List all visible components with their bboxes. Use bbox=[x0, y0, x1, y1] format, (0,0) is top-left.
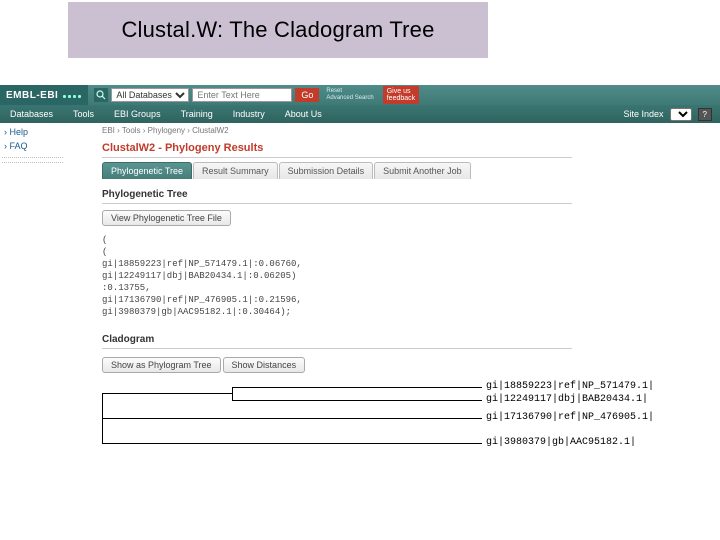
nav-databases[interactable]: Databases bbox=[0, 109, 63, 119]
show-distances-button[interactable]: Show Distances bbox=[223, 357, 306, 373]
site-index-select[interactable] bbox=[670, 108, 692, 121]
newick-text: ( ( gi|18859223|ref|NP_571479.1|:0.06760… bbox=[102, 232, 572, 324]
search-icon bbox=[94, 88, 108, 102]
site-topbar: EMBL-EBI All Databases Go Reset Advanced… bbox=[0, 85, 720, 105]
search-aux-links: Reset Advanced Search bbox=[326, 88, 373, 102]
advanced-search-link[interactable]: Advanced Search bbox=[326, 95, 373, 102]
sidebar-help-link[interactable]: › Help bbox=[0, 125, 65, 139]
search-scope-select[interactable]: All Databases bbox=[111, 88, 189, 102]
site-index-go-button[interactable]: ? bbox=[698, 108, 712, 121]
breadcrumb: EBI › Tools › Phylogeny › ClustalW2 bbox=[102, 123, 572, 138]
clado-label-3: gi|17136790|ref|NP_476905.1| bbox=[486, 412, 654, 423]
tab-phylo-tree[interactable]: Phylogenetic Tree bbox=[102, 162, 192, 179]
left-sidebar: › Help › FAQ bbox=[0, 125, 65, 167]
feedback-button[interactable]: Give us feedback bbox=[383, 86, 419, 104]
tab-result-summary[interactable]: Result Summary bbox=[193, 162, 278, 179]
tab-submission-details[interactable]: Submission Details bbox=[279, 162, 374, 179]
embedded-browser: EMBL-EBI All Databases Go Reset Advanced… bbox=[0, 85, 720, 123]
nav-tools[interactable]: Tools bbox=[63, 109, 104, 119]
reset-link[interactable]: Reset bbox=[326, 88, 373, 95]
global-search: All Databases Go Reset Advanced Search G… bbox=[94, 86, 419, 104]
site-index-label: Site Index bbox=[624, 109, 664, 119]
logo-text: EMBL-EBI bbox=[6, 90, 58, 101]
sidebar-divider bbox=[2, 157, 63, 158]
slide-title-band: Clustal.W: The Cladogram Tree bbox=[68, 2, 488, 58]
crumb-ebi[interactable]: EBI bbox=[102, 126, 115, 135]
sidebar-divider bbox=[2, 162, 63, 163]
view-tree-file-button[interactable]: View Phylogenetic Tree File bbox=[102, 210, 231, 226]
result-tabs: Phylogenetic Tree Result Summary Submiss… bbox=[102, 162, 572, 179]
crumb-phylogeny[interactable]: Phylogeny bbox=[148, 126, 185, 135]
sidebar-faq-link[interactable]: › FAQ bbox=[0, 139, 65, 153]
cladogram-heading: Cladogram bbox=[102, 328, 572, 349]
slide-title: Clustal.W: The Cladogram Tree bbox=[121, 17, 434, 43]
clado-label-1: gi|18859223|ref|NP_571479.1| bbox=[486, 381, 654, 392]
nav-about[interactable]: About Us bbox=[275, 109, 332, 119]
tab-submit-another[interactable]: Submit Another Job bbox=[374, 162, 471, 179]
site-logo[interactable]: EMBL-EBI bbox=[0, 85, 88, 105]
cladogram-figure: gi|18859223|ref|NP_571479.1| gi|12249117… bbox=[102, 383, 572, 463]
logo-dots-icon bbox=[62, 90, 82, 101]
show-phylogram-button[interactable]: Show as Phylogram Tree bbox=[102, 357, 221, 373]
phylo-tree-heading: Phylogenetic Tree bbox=[102, 183, 572, 204]
nav-training[interactable]: Training bbox=[171, 109, 223, 119]
crumb-tools[interactable]: Tools bbox=[122, 126, 141, 135]
search-input[interactable] bbox=[192, 88, 292, 102]
crumb-clustalw2[interactable]: ClustalW2 bbox=[192, 126, 228, 135]
nav-ebi-groups[interactable]: EBI Groups bbox=[104, 109, 171, 119]
primary-nav: Databases Tools EBI Groups Training Indu… bbox=[0, 105, 720, 123]
nav-industry[interactable]: Industry bbox=[223, 109, 275, 119]
clado-label-4: gi|3980379|gb|AAC95182.1| bbox=[486, 437, 636, 448]
clado-label-2: gi|12249117|dbj|BAB20434.1| bbox=[486, 394, 648, 405]
results-title: ClustalW2 - Phylogeny Results bbox=[102, 138, 572, 158]
main-panel: EBI › Tools › Phylogeny › ClustalW2 Clus… bbox=[102, 123, 572, 463]
search-go-button[interactable]: Go bbox=[295, 88, 319, 102]
